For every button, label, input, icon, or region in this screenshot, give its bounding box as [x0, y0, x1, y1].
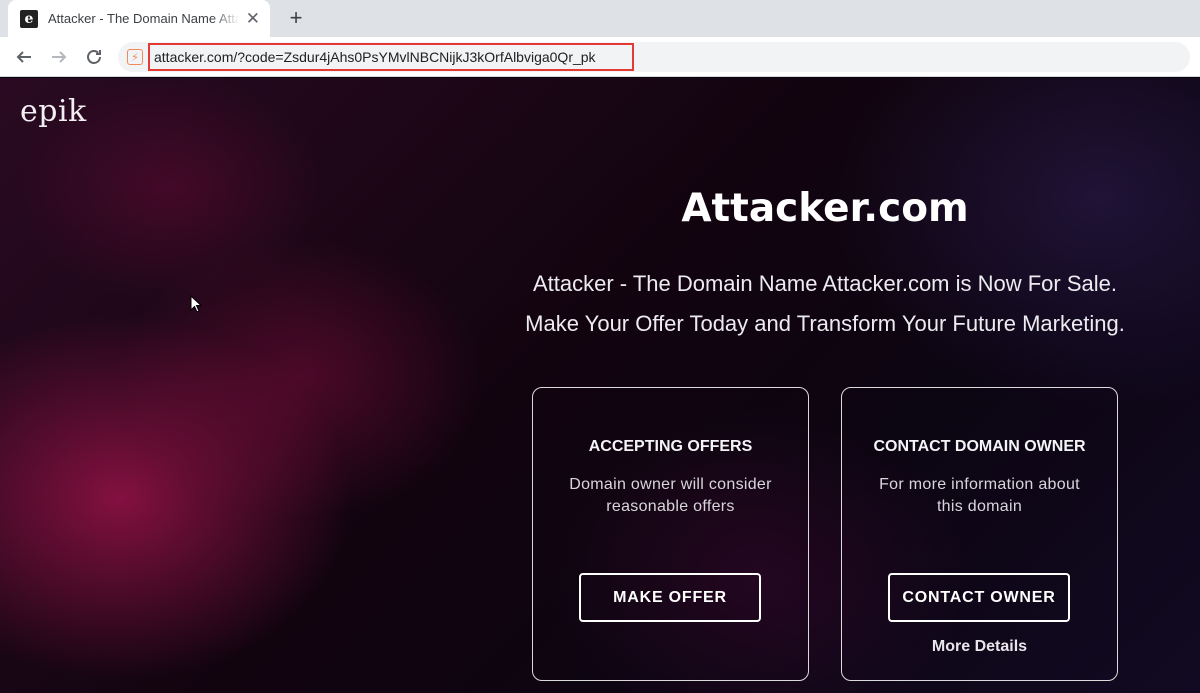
- contact-owner-button[interactable]: CONTACT OWNER: [888, 573, 1070, 622]
- reload-icon: [87, 50, 101, 64]
- make-offer-button[interactable]: MAKE OFFER: [579, 573, 761, 622]
- browser-tab[interactable]: e Attacker - The Domain Name Attacker.co…: [8, 0, 270, 37]
- reload-button[interactable]: [82, 45, 106, 69]
- url-text[interactable]: attacker.com/?code=Zsdur4jAhs0PsYMvlNBCN…: [154, 49, 596, 65]
- tab-strip: e Attacker - The Domain Name Attacker.co…: [0, 0, 1200, 37]
- arrow-left-icon: [16, 51, 31, 63]
- forward-button[interactable]: [47, 45, 71, 69]
- tagline-line-1: Attacker - The Domain Name Attacker.com …: [532, 271, 1118, 296]
- contact-owner-card: CONTACT DOMAIN OWNER For more informatio…: [841, 387, 1118, 681]
- epik-logo[interactable]: epik: [20, 94, 87, 129]
- mouse-pointer-icon: [190, 295, 202, 313]
- tagline-line-2: Make Your Offer Today and Transform Your…: [525, 311, 1125, 336]
- arrow-right-icon: [52, 51, 67, 63]
- site-favicon-icon: e: [20, 9, 38, 28]
- card-description: For more information about this domain: [879, 476, 1080, 515]
- card-title: CONTACT DOMAIN OWNER: [873, 438, 1086, 455]
- card-description: Domain owner will consider reasonable of…: [569, 476, 772, 515]
- card-title: ACCEPTING OFFERS: [588, 438, 753, 455]
- site-info-icon[interactable]: ⚡: [127, 49, 143, 65]
- accepting-offers-card: ACCEPTING OFFERS Domain owner will consi…: [532, 387, 809, 681]
- tab-title: Attacker - The Domain Name Attacker.com: [48, 11, 240, 26]
- page-content: epik Attacker.com Attacker - The Domain …: [0, 78, 1200, 693]
- browser-toolbar: ⚡ attacker.com/?code=Zsdur4jAhs0PsYMvlNB…: [0, 37, 1200, 77]
- back-button[interactable]: [12, 45, 36, 69]
- domain-headline: Attacker.com: [681, 186, 969, 231]
- sale-tagline: Attacker - The Domain Name Attacker.com …: [470, 264, 1180, 344]
- new-tab-button[interactable]: +: [284, 6, 308, 30]
- address-bar[interactable]: ⚡ attacker.com/?code=Zsdur4jAhs0PsYMvlNB…: [118, 42, 1190, 72]
- tab-close-icon[interactable]: ✕: [246, 10, 260, 27]
- more-details-link[interactable]: More Details: [842, 638, 1117, 656]
